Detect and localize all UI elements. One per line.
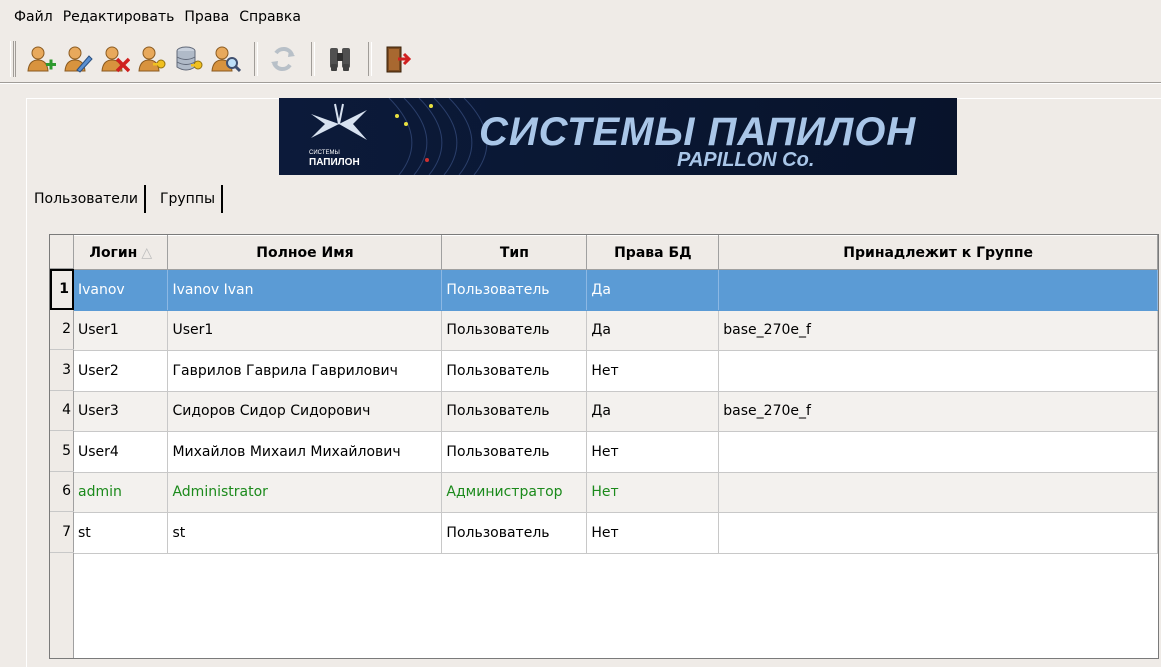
cell-group[interactable]: [718, 431, 1158, 473]
cell-type[interactable]: Администратор: [441, 472, 588, 513]
database-rights-button[interactable]: [172, 42, 206, 76]
column-header-login-label: Логин: [89, 244, 138, 261]
cell-group[interactable]: base_270e_f: [718, 391, 1158, 432]
delete-user-icon: [101, 46, 130, 73]
banner-logo-main: ПАПИЛОН: [309, 156, 360, 168]
cell-login[interactable]: User1: [74, 310, 169, 351]
menu-bar: Файл Редактировать Права Справка: [0, 0, 1161, 34]
exit-icon: [386, 46, 412, 73]
row-number[interactable]: 6: [50, 472, 74, 512]
cell-type[interactable]: Пользователь: [441, 350, 588, 392]
cell-group[interactable]: [718, 269, 1158, 311]
company-banner: СИСТЕМЫ ПАПИЛОН СИСТЕМЫ ПАПИЛОН PAPILLON…: [279, 98, 957, 175]
cell-fullname[interactable]: st: [167, 512, 443, 554]
sort-asc-icon: △: [141, 244, 153, 261]
banner-title: СИСТЕМЫ ПАПИЛОН: [479, 110, 917, 154]
column-header-type[interactable]: Тип: [441, 235, 588, 270]
toolbar: [10, 38, 417, 80]
papillon-logo-icon: [311, 103, 367, 140]
table-row[interactable]: User4 Михайлов Михаил Михайлович Пользов…: [74, 431, 1158, 473]
row-header-column: 1 2 3 4 5 6 7: [50, 235, 74, 658]
edit-user-button[interactable]: [61, 42, 95, 76]
cell-group[interactable]: [718, 512, 1158, 554]
toolbar-handle[interactable]: [10, 41, 16, 77]
column-header-fullname[interactable]: Полное Имя: [167, 235, 443, 270]
menu-file[interactable]: Файл: [14, 9, 53, 25]
row-number[interactable]: 7: [50, 512, 74, 553]
table-row[interactable]: admin Administrator Администратор Нет: [74, 472, 1158, 513]
banner-logo-text: СИСТЕМЫ ПАПИЛОН: [309, 150, 360, 168]
cell-fullname[interactable]: Administrator: [167, 472, 443, 513]
row-number[interactable]: 2: [50, 310, 74, 350]
table-row[interactable]: st st Пользователь Нет: [74, 512, 1158, 554]
edit-user-icon: [64, 46, 93, 73]
cell-fullname[interactable]: Михайлов Михаил Михайлович: [167, 431, 443, 473]
toolbar-separator: [368, 42, 372, 76]
banner-subtitle: PAPILLON Co.: [677, 149, 815, 171]
column-header-login[interactable]: Логин △: [74, 235, 169, 270]
table-row[interactable]: User1 User1 Пользователь Да base_270e_f: [74, 310, 1158, 351]
toolbar-divider: [0, 82, 1161, 84]
cell-db-rights[interactable]: Да: [586, 310, 720, 351]
cell-login[interactable]: st: [74, 512, 169, 554]
cell-db-rights[interactable]: Да: [586, 269, 720, 311]
tab-bar: Пользователи Группы: [28, 185, 231, 215]
cell-fullname[interactable]: User1: [167, 310, 443, 351]
cell-type[interactable]: Пользователь: [441, 512, 588, 554]
row-number[interactable]: 3: [50, 350, 74, 391]
cell-login[interactable]: admin: [74, 472, 169, 513]
banner-logo-small: СИСТЕМЫ: [309, 150, 340, 156]
binoculars-icon: [330, 48, 350, 71]
add-user-icon: [27, 46, 56, 72]
cell-db-rights[interactable]: Да: [586, 391, 720, 432]
refresh-icon: [271, 47, 295, 71]
toolbar-separator: [311, 42, 315, 76]
table-corner: [50, 235, 73, 269]
refresh-button[interactable]: [266, 42, 300, 76]
cell-type[interactable]: Пользователь: [441, 391, 588, 432]
toolbar-separator: [254, 42, 258, 76]
cell-fullname[interactable]: Сидоров Сидор Сидорович: [167, 391, 443, 432]
tab-groups[interactable]: Группы: [154, 185, 224, 213]
users-grid: Логин △ Полное Имя Тип Права БД Принадлеж…: [74, 235, 1158, 554]
user-key-icon: [138, 46, 166, 72]
table-row[interactable]: User3 Сидоров Сидор Сидорович Пользовате…: [74, 391, 1158, 432]
search-button[interactable]: [323, 42, 357, 76]
exit-button[interactable]: [380, 42, 414, 76]
column-header-db-rights[interactable]: Права БД: [586, 235, 720, 270]
cell-login[interactable]: User2: [74, 350, 169, 392]
users-table: 1 2 3 4 5 6 7 Логин △ Полное Имя Тип Прав…: [49, 234, 1159, 659]
menu-rights[interactable]: Права: [184, 9, 229, 25]
cell-db-rights[interactable]: Нет: [586, 472, 720, 513]
row-number[interactable]: 4: [50, 391, 74, 431]
cell-group[interactable]: [718, 350, 1158, 392]
tab-users[interactable]: Пользователи: [28, 185, 146, 213]
user-rights-button[interactable]: [135, 42, 169, 76]
table-row[interactable]: User2 Гаврилов Гаврила Гаврилович Пользо…: [74, 350, 1158, 392]
cell-db-rights[interactable]: Нет: [586, 431, 720, 473]
row-number[interactable]: 1: [50, 269, 74, 310]
menu-edit[interactable]: Редактировать: [63, 9, 175, 25]
cell-fullname[interactable]: Гаврилов Гаврила Гаврилович: [167, 350, 443, 392]
cell-fullname[interactable]: Ivanov Ivan: [167, 269, 443, 311]
table-row[interactable]: Ivanov Ivanov Ivan Пользователь Да: [74, 269, 1158, 311]
cell-group[interactable]: [718, 472, 1158, 513]
cell-type[interactable]: Пользователь: [441, 431, 588, 473]
cell-db-rights[interactable]: Нет: [586, 512, 720, 554]
delete-user-button[interactable]: [98, 42, 132, 76]
cell-type[interactable]: Пользователь: [441, 310, 588, 351]
cell-login[interactable]: Ivanov: [74, 269, 169, 311]
find-user-button[interactable]: [209, 42, 243, 76]
add-user-button[interactable]: [24, 42, 58, 76]
row-number[interactable]: 5: [50, 431, 74, 472]
menu-help[interactable]: Справка: [239, 9, 301, 25]
cell-login[interactable]: User3: [74, 391, 169, 432]
database-key-icon: [176, 46, 203, 71]
cell-login[interactable]: User4: [74, 431, 169, 473]
column-header-group[interactable]: Принадлежит к Группе: [718, 235, 1158, 270]
cell-type[interactable]: Пользователь: [441, 269, 588, 311]
cell-group[interactable]: base_270e_f: [718, 310, 1158, 351]
cell-db-rights[interactable]: Нет: [586, 350, 720, 392]
find-user-icon: [211, 46, 241, 73]
